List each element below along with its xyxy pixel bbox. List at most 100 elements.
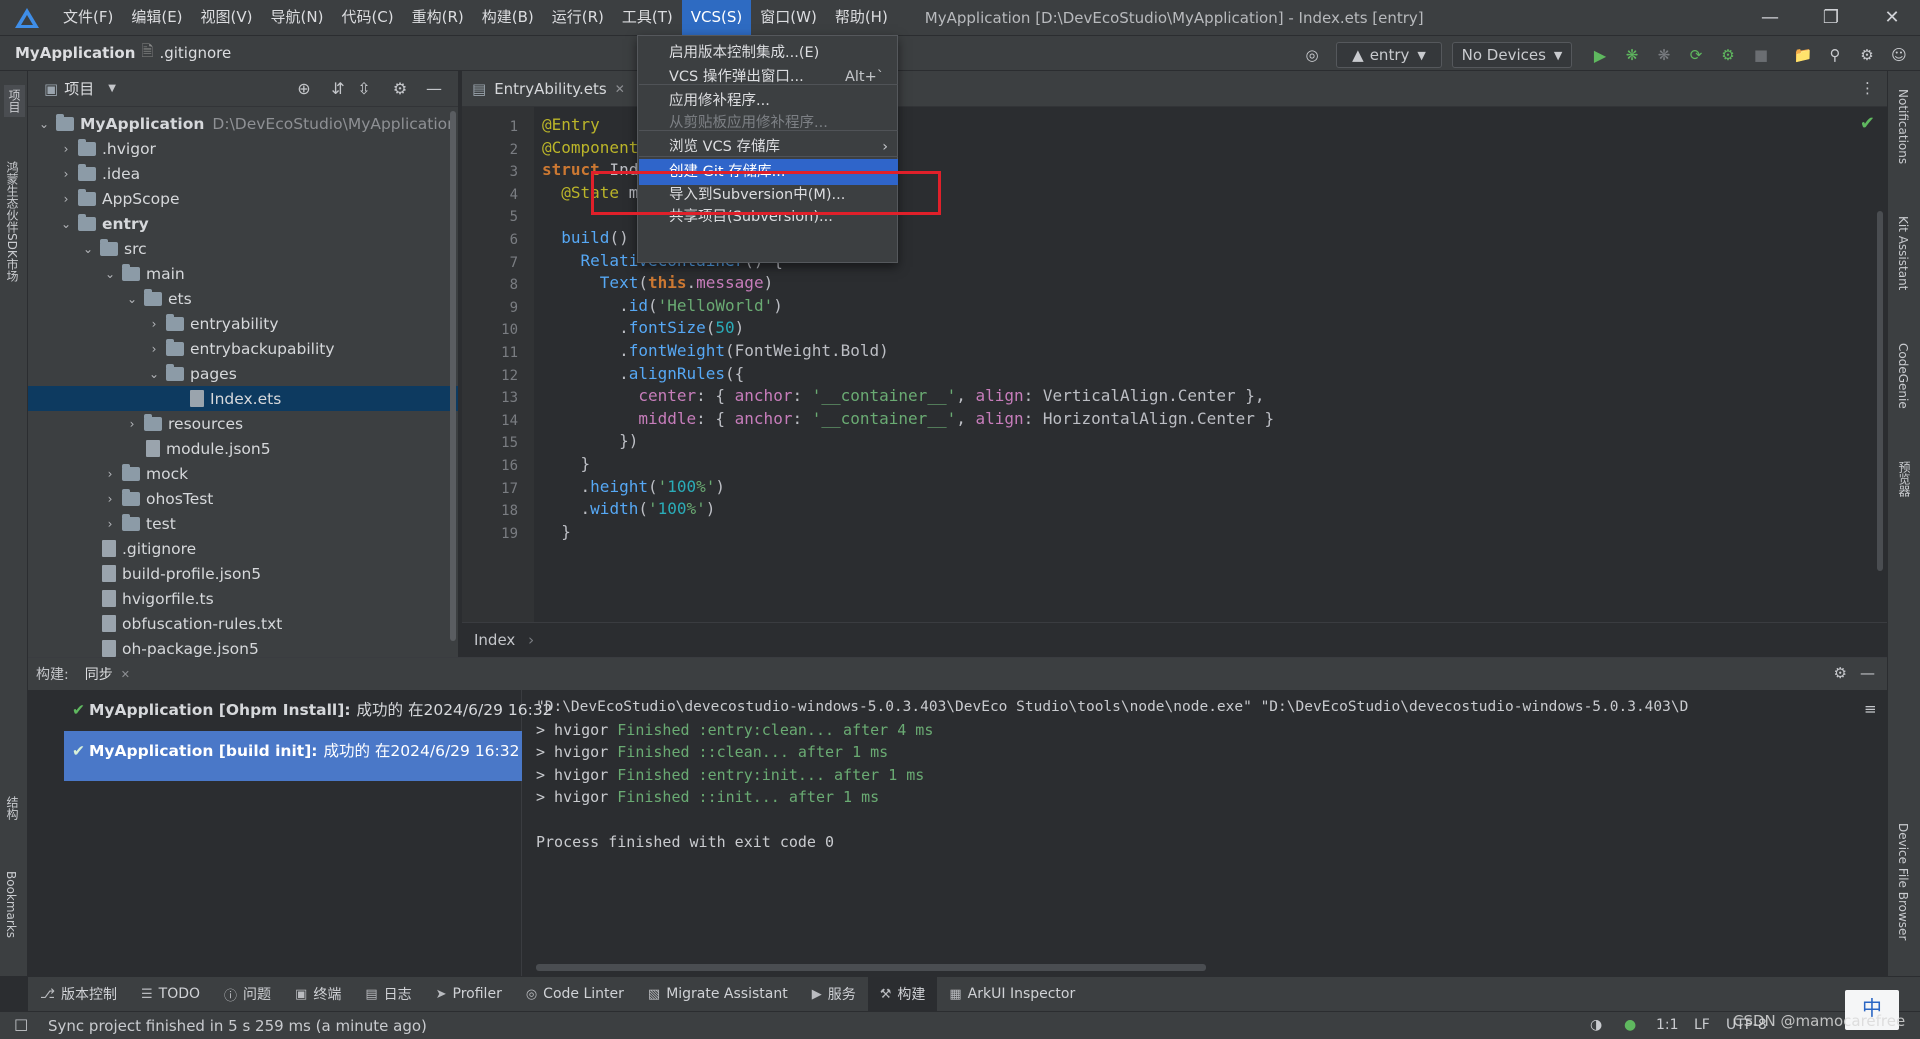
chevron-down-icon[interactable]: ▼ (108, 83, 116, 94)
right-tab-previewer[interactable]: 预览器 (1896, 461, 1913, 497)
tree-item[interactable]: obfuscation-rules.txt (28, 611, 458, 636)
menu-item-1[interactable]: 编辑(E) (122, 0, 191, 35)
line-separator[interactable]: LF (1694, 1011, 1710, 1039)
device-dropdown[interactable]: No Devices ▼ (1452, 42, 1572, 68)
bottom-tab-10[interactable]: ▦ ArkUI Inspector (937, 977, 1087, 1012)
tree-item[interactable]: › ohosTest (28, 486, 458, 511)
chevron-down-icon[interactable]: ⌄ (80, 242, 96, 256)
editor-options-icon[interactable]: ⋮ (1860, 79, 1875, 97)
run-config-dropdown[interactable]: ▲ entry ▼ (1336, 42, 1442, 68)
toggle-tool-windows-icon[interactable]: □ (14, 1015, 28, 1033)
menu-item-9[interactable]: VCS(S) (681, 0, 752, 35)
chevron-down-icon[interactable]: ⌄ (58, 217, 74, 231)
chevron-right-icon[interactable]: › (146, 342, 162, 356)
bottom-tab-4[interactable]: ▤ 日志 (353, 977, 423, 1012)
deveco-logo-icon[interactable] (14, 7, 40, 29)
tree-item[interactable]: build-profile.json5 (28, 561, 458, 586)
close-tab-icon[interactable]: ✕ (121, 668, 130, 681)
editor-tab-entryability[interactable]: ▤ EntryAbility.ets ✕ (472, 71, 625, 107)
project-panel-title[interactable]: 项目 (64, 78, 94, 99)
chevron-right-icon[interactable]: › (102, 517, 118, 531)
menu-item-0[interactable]: 文件(F) (54, 0, 122, 35)
hide-panel-icon[interactable]: — (424, 79, 444, 99)
sync-status-icon[interactable]: ● (1624, 1011, 1636, 1039)
soft-wrap-icon[interactable]: ≡ (1864, 700, 1877, 718)
build-tab-sync[interactable]: 同步 (85, 664, 113, 684)
tree-item[interactable]: Index.ets (28, 386, 458, 411)
bottom-tab-6[interactable]: ◎ Code Linter (514, 977, 636, 1012)
panel-settings-icon[interactable]: ⚙ (390, 79, 410, 99)
restore-icon[interactable]: ❐ (1803, 0, 1859, 35)
chevron-right-icon[interactable]: › (58, 142, 74, 156)
tree-item[interactable]: › mock (28, 461, 458, 486)
tree-item[interactable]: › entrybackupability (28, 336, 458, 361)
left-tab-structure[interactable]: 结构 (4, 796, 21, 820)
breadcrumb-project[interactable]: MyApplication (15, 44, 135, 62)
project-scrollbar[interactable] (450, 111, 456, 641)
bottom-tab-0[interactable]: ⎇ 版本控制 (28, 977, 129, 1012)
tree-item[interactable]: ⌄ src (28, 236, 458, 261)
menu-item-5[interactable]: 重构(R) (403, 0, 473, 35)
menu-item-6[interactable]: 构建(B) (473, 0, 543, 35)
bottom-tab-2[interactable]: ⓘ 问题 (212, 977, 283, 1012)
tree-item[interactable]: › .idea (28, 161, 458, 186)
cursor-position[interactable]: 1:1 (1656, 1011, 1679, 1039)
apply-changes-icon[interactable]: ⟳ (1685, 42, 1707, 68)
chevron-right-icon[interactable]: › (124, 417, 140, 431)
locate-icon[interactable]: ◎ (1300, 42, 1324, 68)
build-console[interactable]: "D:\DevEcoStudio\devecostudio-windows-5.… (536, 690, 1876, 977)
chevron-right-icon[interactable]: › (102, 492, 118, 506)
collapse-all-icon[interactable]: ⇳ (354, 79, 374, 99)
bottom-tab-7[interactable]: ▧ Migrate Assistant (636, 977, 800, 1012)
account-icon[interactable]: ☺ (1888, 42, 1910, 68)
tree-item[interactable]: ⌄ ets (28, 286, 458, 311)
status-message[interactable]: Sync project finished in 5 s 259 ms (a m… (48, 1017, 427, 1035)
breadcrumb-index[interactable]: Index (474, 631, 515, 649)
chevron-down-icon[interactable]: ⌄ (124, 292, 140, 306)
build-settings-icon[interactable]: ⚙ (1834, 664, 1847, 682)
chevron-right-icon[interactable]: › (146, 317, 162, 331)
close-tab-icon[interactable]: ✕ (615, 82, 625, 96)
tree-item[interactable]: › AppScope (28, 186, 458, 211)
code-line[interactable]: } (542, 518, 571, 545)
tree-item[interactable]: › resources (28, 411, 458, 436)
debug-icon[interactable]: ❋ (1621, 42, 1643, 68)
tree-item[interactable]: › test (28, 511, 458, 536)
left-tab-bookmarks[interactable]: Bookmarks (4, 871, 18, 938)
build-tree-row[interactable]: ✔ MyApplication [build init]: 成功的 在2024/6/… (64, 731, 522, 781)
right-tab-notifications[interactable]: Notifications (1896, 89, 1910, 164)
bottom-tab-3[interactable]: ▣ 终端 (283, 977, 353, 1012)
attach-debugger-icon[interactable]: ❋ (1653, 42, 1675, 68)
menu-item-7[interactable]: 运行(R) (543, 0, 613, 35)
menu-item-10[interactable]: 窗口(W) (751, 0, 826, 35)
profile-icon[interactable]: ⚙ (1717, 42, 1739, 68)
tree-item[interactable]: ⌄ main (28, 261, 458, 286)
code-lens-icon[interactable]: ◑ (1590, 1011, 1602, 1039)
menu-item-2[interactable]: 视图(V) (192, 0, 262, 35)
bottom-tab-8[interactable]: ▶ 服务 (800, 977, 868, 1012)
right-tab-device-file-browser[interactable]: Device File Browser (1896, 823, 1910, 940)
console-horizontal-scrollbar[interactable] (536, 964, 1206, 971)
tree-item[interactable]: .gitignore (28, 536, 458, 561)
expand-all-icon[interactable]: ⇵ (328, 79, 348, 99)
tree-item[interactable]: ⌄ pages (28, 361, 458, 386)
close-icon[interactable]: ✕ (1864, 0, 1920, 35)
locate-file-icon[interactable]: ⊕ (294, 79, 314, 99)
chevron-down-icon[interactable]: ⌄ (102, 267, 118, 281)
breadcrumb-file[interactable]: .gitignore (159, 44, 231, 62)
tree-item[interactable]: ⌄ entry (28, 211, 458, 236)
tree-item[interactable]: ⌄ MyApplication D:\DevEcoStudio\MyApplicat… (28, 111, 458, 136)
bottom-tab-5[interactable]: ➤ Profiler (424, 977, 514, 1012)
menu-item-8[interactable]: 工具(T) (613, 0, 682, 35)
tree-item[interactable]: module.json5 (28, 436, 458, 461)
project-structure-icon[interactable]: 📁 (1792, 42, 1814, 68)
minimize-icon[interactable]: — (1742, 0, 1798, 35)
right-tab-codegenie[interactable]: CodeGenie (1896, 343, 1910, 409)
bottom-tab-1[interactable]: ☰ TODO (129, 977, 212, 1012)
chevron-right-icon[interactable]: › (58, 167, 74, 181)
chevron-down-icon[interactable]: ⌄ (36, 117, 52, 131)
tree-item[interactable]: › .hvigor (28, 136, 458, 161)
tree-item[interactable]: › entryability (28, 311, 458, 336)
tree-item[interactable]: hvigorfile.ts (28, 586, 458, 611)
settings-gear-icon[interactable]: ⚙ (1856, 42, 1878, 68)
